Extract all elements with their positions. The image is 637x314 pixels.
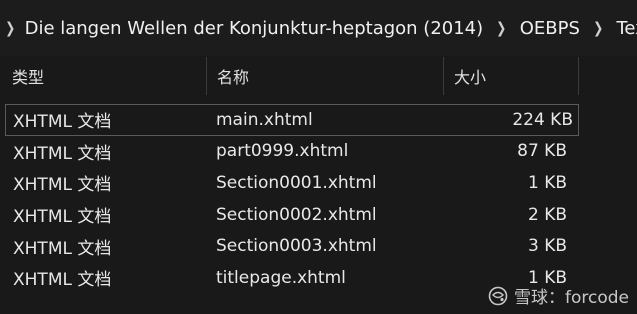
file-type: XHTML 文档	[13, 207, 112, 228]
file-type: XHTML 文档	[13, 112, 112, 133]
breadcrumb-item-folder[interactable]: Die langen Wellen der Konjunktur-heptago…	[25, 18, 484, 39]
snowball-logo-icon	[488, 286, 508, 305]
file-name: Section0002.xhtml	[216, 204, 377, 225]
file-row-part0999[interactable]: XHTML 文档 part0999.xhtml 87 KB	[0, 136, 637, 168]
file-type: XHTML 文档	[13, 143, 112, 164]
column-header-name[interactable]: 名称	[207, 57, 443, 95]
file-name: part0999.xhtml	[216, 141, 349, 162]
file-type: XHTML 文档	[13, 175, 112, 196]
watermark: 雪球：forcode	[488, 283, 629, 308]
breadcrumb-item-oebps[interactable]: OEBPS	[520, 18, 580, 39]
file-name: Section0003.xhtml	[216, 236, 377, 257]
file-type: XHTML 文档	[13, 238, 112, 259]
column-header-row: 类型 名称 大小	[0, 57, 637, 95]
chevron-right-icon[interactable]: ❯	[496, 19, 506, 37]
file-row-section0002[interactable]: XHTML 文档 Section0002.xhtml 2 KB	[0, 199, 637, 231]
column-header-size[interactable]: 大小	[444, 57, 578, 95]
file-name: titlepage.xhtml	[216, 267, 346, 288]
breadcrumb: ❯ Die langen Wellen der Konjunktur-hepta…	[0, 0, 637, 56]
chevron-right-icon[interactable]: ❯	[5, 19, 15, 37]
file-row-main[interactable]: XHTML 文档 main.xhtml 224 KB	[5, 104, 579, 136]
breadcrumb-item-text[interactable]: Text	[616, 18, 637, 39]
column-header-type[interactable]: 类型	[0, 57, 206, 95]
column-header-size-label: 大小	[454, 68, 487, 87]
watermark-text: 雪球：forcode	[514, 288, 629, 308]
file-name: Section0001.xhtml	[216, 172, 377, 193]
file-size: 3 KB	[527, 236, 567, 257]
file-row-section0003[interactable]: XHTML 文档 Section0003.xhtml 3 KB	[0, 230, 637, 262]
chevron-right-icon[interactable]: ❯	[593, 19, 603, 37]
file-size: 1 KB	[527, 172, 567, 193]
column-divider[interactable]	[578, 57, 579, 95]
file-size: 2 KB	[527, 204, 567, 225]
column-header-name-label: 名称	[217, 68, 250, 87]
file-size: 87 KB	[517, 141, 567, 162]
column-header-type-label: 类型	[12, 68, 45, 87]
file-list: XHTML 文档 main.xhtml 224 KB XHTML 文档 part…	[0, 104, 637, 294]
file-row-section0001[interactable]: XHTML 文档 Section0001.xhtml 1 KB	[0, 167, 637, 199]
file-type: XHTML 文档	[13, 270, 112, 291]
file-name: main.xhtml	[216, 109, 313, 130]
file-size: 224 KB	[512, 109, 573, 130]
